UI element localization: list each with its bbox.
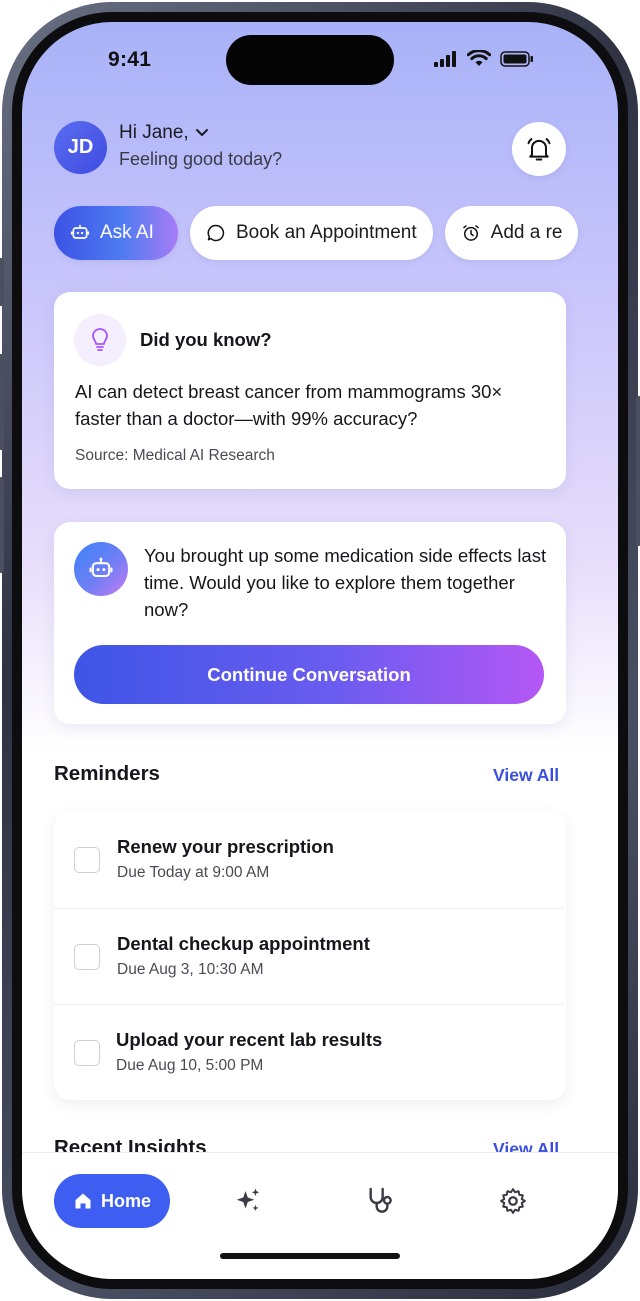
reminders-view-all-link[interactable]: View All (493, 765, 559, 786)
sparkles-icon[interactable] (232, 1185, 264, 1217)
book-appointment-label: Book an Appointment (236, 222, 417, 243)
phone-frame: 9:41 JD Hi Jane, Feeling good today? Ask… (0, 2, 640, 1299)
greeting[interactable]: Hi Jane, (119, 122, 209, 144)
screen: 9:41 JD Hi Jane, Feeling good today? Ask… (22, 22, 618, 1279)
reminders-title: Reminders (54, 762, 160, 785)
did-you-know-source: Source: Medical AI Research (75, 447, 275, 464)
reminder-due: Due Aug 10, 5:00 PM (116, 1057, 264, 1074)
home-indicator (220, 1253, 400, 1259)
dynamic-island (226, 35, 394, 85)
stethoscope-icon[interactable] (364, 1185, 396, 1217)
home-icon (75, 1193, 91, 1209)
signal-icon (434, 50, 456, 67)
action-button (0, 258, 4, 306)
continue-conversation-button[interactable]: Continue Conversation (74, 645, 544, 704)
nav-home-button[interactable]: Home (54, 1174, 170, 1228)
conversation-card: You brought up some medication side effe… (54, 522, 566, 724)
volume-down-button (0, 477, 4, 573)
status-icons (434, 50, 534, 67)
add-reminder-chip[interactable]: Add a re (444, 206, 579, 260)
subgreeting: Feeling good today? (119, 149, 283, 169)
volume-up-button (0, 354, 4, 450)
ai-chat-icon (70, 224, 90, 239)
robot-icon (74, 542, 128, 596)
reminder-item[interactable]: Renew your prescription Due Today at 9:0… (54, 812, 564, 908)
add-reminder-label: Add a re (490, 222, 563, 243)
chevron-down-icon (195, 129, 208, 136)
bell-icon (527, 138, 551, 161)
lightbulb-icon (74, 314, 126, 366)
reminder-title: Upload your recent lab results (116, 1029, 383, 1050)
settings-icon[interactable] (497, 1185, 529, 1217)
ask-ai-chip[interactable]: Ask AI (54, 206, 178, 260)
wifi-icon (467, 50, 491, 66)
avatar[interactable]: JD (54, 121, 107, 174)
bottom-nav: Home (22, 1152, 618, 1279)
reminder-due: Due Aug 3, 10:30 AM (117, 961, 264, 978)
status-time: 9:41 (108, 48, 152, 71)
reminder-checkbox[interactable] (74, 1040, 100, 1066)
reminder-title: Dental checkup appointment (117, 933, 370, 954)
chat-bubble-icon (207, 224, 225, 242)
power-button (636, 396, 640, 546)
ask-ai-label: Ask AI (100, 222, 154, 243)
reminder-item[interactable]: Upload your recent lab results Due Aug 1… (54, 1004, 564, 1100)
battery-icon (500, 50, 533, 67)
greeting-text: Hi Jane, (119, 122, 189, 143)
reminder-item[interactable]: Dental checkup appointment Due Aug 3, 10… (54, 908, 564, 1004)
reminder-checkbox[interactable] (74, 847, 100, 873)
book-appointment-chip[interactable]: Book an Appointment (190, 206, 433, 260)
reminders-card: Renew your prescription Due Today at 9:0… (54, 812, 566, 1100)
conversation-message: You brought up some medication side effe… (144, 545, 547, 620)
did-you-know-body: AI can detect breast cancer from mammogr… (75, 381, 503, 429)
quick-actions: Ask AI Book an Appointment Add a re (54, 206, 579, 260)
notifications-button[interactable] (512, 122, 566, 176)
reminder-title: Renew your prescription (117, 836, 334, 857)
did-you-know-card: Did you know? AI can detect breast cance… (54, 292, 566, 489)
reminder-due: Due Today at 9:00 AM (117, 864, 270, 881)
nav-home-label: Home (100, 1190, 151, 1211)
did-you-know-title: Did you know? (140, 329, 272, 350)
reminder-checkbox[interactable] (74, 944, 100, 970)
alarm-clock-icon (462, 225, 479, 241)
